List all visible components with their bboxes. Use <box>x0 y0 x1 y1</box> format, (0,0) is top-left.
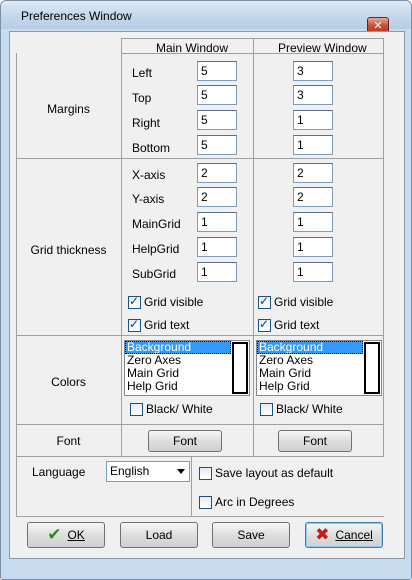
preview-black-white-label: Black/ White <box>276 402 343 416</box>
dialog-body: Main Window Preview Window Margins Left … <box>9 31 405 559</box>
main-grid-visible-checkbox[interactable]: Grid visible <box>128 294 204 309</box>
save-button[interactable]: Save <box>212 522 290 548</box>
load-button[interactable]: Load <box>120 522 198 548</box>
list-item[interactable]: Help Grid <box>257 380 363 393</box>
list-scrollbar[interactable] <box>232 342 248 394</box>
preview-margin-bottom-input[interactable]: 1 <box>293 135 333 155</box>
margin-left-label: Left <box>132 66 153 80</box>
checkbox-icon <box>199 466 212 480</box>
language-select[interactable]: English <box>106 461 190 482</box>
margins-label: Margins <box>47 102 90 116</box>
preview-grid-text-label: Grid text <box>274 318 320 332</box>
list-scrollbar[interactable] <box>364 342 380 394</box>
main-black-white-label: Black/ White <box>146 402 213 416</box>
preview-margin-right-input[interactable]: 1 <box>293 110 333 130</box>
main-grid-text-label: Grid text <box>144 318 190 332</box>
preview-window-header: Preview Window <box>278 41 367 55</box>
main-margin-bottom-input[interactable]: 5 <box>197 135 237 155</box>
main-x-axis-input[interactable]: 2 <box>197 163 237 183</box>
main-margin-right-input[interactable]: 5 <box>197 110 237 130</box>
margin-bottom-label: Bottom <box>132 141 171 155</box>
margin-top-label: Top <box>132 91 152 105</box>
margin-right-label: Right <box>132 116 161 130</box>
preview-colors-list[interactable]: Background Zero Axes Main Grid Help Grid <box>256 340 382 396</box>
checkbox-icon <box>258 317 271 332</box>
list-item[interactable]: Help Grid <box>125 380 231 393</box>
language-label: Language <box>32 465 86 479</box>
main-grid-visible-label: Grid visible <box>144 295 204 309</box>
save-layout-checkbox[interactable]: Save layout as default <box>199 466 333 480</box>
main-black-white-checkbox[interactable]: Black/ White <box>130 402 213 416</box>
preview-grid-text-checkbox[interactable]: Grid text <box>258 317 320 332</box>
ok-button[interactable]: ✔ OK <box>27 522 105 548</box>
preferences-window: Preferences Window ✕ Main Window Preview… <box>0 0 412 580</box>
preview-x-axis-input[interactable]: 2 <box>293 163 333 183</box>
checkbox-icon <box>199 495 212 509</box>
grid-main-grid-label: MainGrid <box>132 217 181 231</box>
arc-degrees-checkbox[interactable]: Arc in Degrees <box>199 495 294 509</box>
arc-degrees-label: Arc in Degrees <box>215 495 295 509</box>
main-subgrid-input[interactable]: 1 <box>197 262 237 282</box>
colors-label: Colors <box>51 375 86 389</box>
font-label: Font <box>56 434 81 448</box>
chevron-down-icon <box>177 469 185 474</box>
main-font-button[interactable]: Font <box>148 430 222 452</box>
language-value: English <box>110 464 150 478</box>
checkbox-icon <box>128 294 141 309</box>
main-margin-left-input[interactable]: 5 <box>197 61 237 81</box>
window-title: Preferences Window <box>21 9 132 23</box>
main-window-header: Main Window <box>156 41 229 55</box>
checkbox-icon <box>130 402 143 416</box>
close-icon: ✕ <box>373 19 383 32</box>
main-margin-top-input[interactable]: 5 <box>197 85 237 105</box>
main-grid-text-checkbox[interactable]: Grid text <box>128 317 190 332</box>
check-icon: ✔ <box>47 524 62 545</box>
preview-font-button[interactable]: Font <box>278 430 352 452</box>
preview-margin-left-input[interactable]: 3 <box>293 61 333 81</box>
checkbox-icon <box>128 317 141 332</box>
preview-black-white-checkbox[interactable]: Black/ White <box>260 402 343 416</box>
preview-grid-visible-label: Grid visible <box>274 295 334 309</box>
grid-x-axis-label: X-axis <box>132 168 166 182</box>
preview-maingrid-input[interactable]: 1 <box>293 212 333 232</box>
grid-thickness-label: Grid thickness <box>30 243 107 257</box>
main-y-axis-input[interactable]: 2 <box>197 187 237 207</box>
main-helpgrid-input[interactable]: 1 <box>197 237 237 257</box>
main-colors-list[interactable]: Background Zero Axes Main Grid Help Grid <box>124 340 250 396</box>
cancel-button[interactable]: ✖ Cancel <box>305 522 383 548</box>
preview-margin-top-input[interactable]: 3 <box>293 85 333 105</box>
title-bar[interactable]: Preferences Window ✕ <box>1 1 411 34</box>
checkbox-icon <box>258 294 271 309</box>
checkbox-icon <box>260 402 273 416</box>
grid-sub-grid-label: SubGrid <box>132 267 177 281</box>
main-maingrid-input[interactable]: 1 <box>197 212 237 232</box>
preview-y-axis-input[interactable]: 2 <box>293 187 333 207</box>
ok-button-label: OK <box>67 528 85 542</box>
preview-helpgrid-input[interactable]: 1 <box>293 237 333 257</box>
grid-y-axis-label: Y-axis <box>132 192 165 206</box>
cancel-button-label: Cancel <box>335 528 373 542</box>
grid-help-grid-label: HelpGrid <box>132 242 180 256</box>
preview-grid-visible-checkbox[interactable]: Grid visible <box>258 294 334 309</box>
preview-subgrid-input[interactable]: 1 <box>293 262 333 282</box>
x-icon: ✖ <box>315 524 330 545</box>
save-layout-label: Save layout as default <box>215 466 334 480</box>
